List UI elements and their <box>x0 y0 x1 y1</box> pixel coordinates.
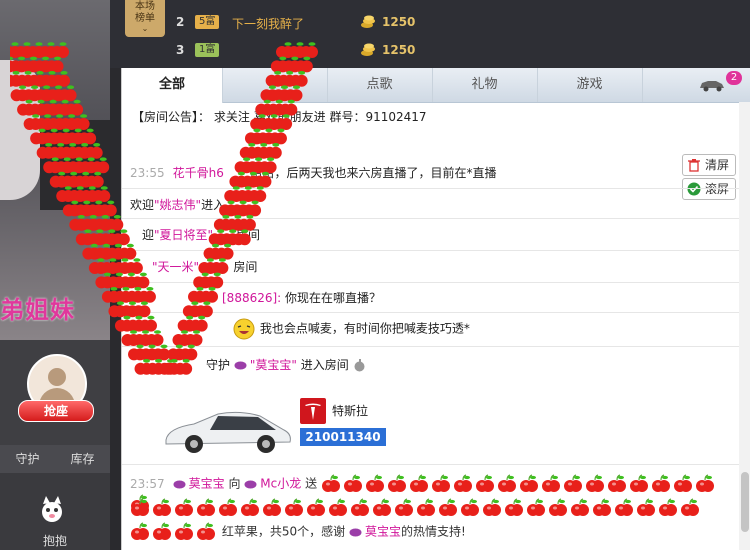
video-background <box>40 120 110 210</box>
message-time: 23:55 <box>130 166 165 180</box>
seat-panel: 抢座 <box>0 340 110 445</box>
message-username[interactable]: [888626]: <box>222 291 281 305</box>
chat-panel: 全部 点歌 礼物 游戏 2 【房间公告】： 求关注 喜欢的朋友进 群号：9110… <box>121 68 750 550</box>
rank-level-badge: 5富 <box>195 15 220 29</box>
rank-score: 1250 <box>382 15 416 29</box>
message-text: 房间 <box>235 228 260 242</box>
avatar-head <box>48 368 66 386</box>
coin-icon <box>361 15 375 28</box>
chat-message: 迎"夏日将至" 房间 <box>142 226 702 243</box>
rank-row[interactable]: 2 5富 下一刻我醉了 1250 <box>170 12 730 34</box>
divider <box>122 464 739 465</box>
rank-username[interactable]: 下一刻我醉了 <box>232 15 304 32</box>
chat-scrollbar[interactable] <box>739 102 750 550</box>
divider <box>122 188 739 189</box>
message-text: 进入房间 <box>300 358 349 372</box>
message-username[interactable]: "莫宝宝" <box>250 358 297 372</box>
rank-level-badge: 1富 <box>195 43 220 57</box>
message-text: 你现在在哪直播？ <box>285 291 382 305</box>
rank-number: 3 <box>176 43 185 57</box>
left-column: 弟姐妹 抢座 守护 库存 抱抱 <box>0 0 110 550</box>
tab-game[interactable]: 游戏 <box>537 68 643 102</box>
left-tabs: 守护 库存 <box>0 445 110 473</box>
badge-icon <box>244 480 257 488</box>
divider <box>122 312 739 313</box>
tab-blank[interactable] <box>222 68 328 102</box>
divider <box>122 218 739 219</box>
badge-icon <box>173 480 186 488</box>
chevron-down-icon: ⌄ <box>141 24 149 33</box>
chat-message: 我也会点喊麦，有时间你把喊麦技巧透* <box>232 318 739 340</box>
divider <box>122 346 739 347</box>
apple-gift-row <box>130 522 218 540</box>
gift-message <box>130 498 730 522</box>
rank-number: 2 <box>176 15 185 29</box>
apple-logo-icon <box>354 359 365 372</box>
chat-message: 欢迎"姚志伟"进入 <box>130 196 690 213</box>
message-text: 房间 <box>233 260 258 274</box>
divider <box>122 282 739 283</box>
laughing-face-icon <box>233 318 255 340</box>
message-username[interactable]: "夏日将至" <box>154 228 213 242</box>
tab-car[interactable]: 2 <box>642 68 750 102</box>
badge-icon <box>234 361 247 370</box>
chat-message: [888626]: 你现在在哪直播？ <box>222 289 739 306</box>
gift-summary: 红苹果，共50个，感谢 <box>221 524 346 539</box>
hug-label: 抱抱 <box>42 534 67 548</box>
tab-all[interactable]: 全部 <box>122 68 223 103</box>
chat-message: "天一米" 房间 <box>152 258 712 275</box>
gift-message: 红苹果，共50个，感谢 莫宝宝的热情支持! <box>130 522 730 546</box>
scrollbar-thumb[interactable] <box>741 472 749 532</box>
gift-to-word: 向 <box>228 476 241 491</box>
vehicle-id: 210011340 <box>300 428 386 446</box>
tab-gift[interactable]: 礼物 <box>432 68 538 102</box>
tab-song[interactable]: 点歌 <box>327 68 433 102</box>
message-text: 哈哈，后两天我也来六房直播了，目前在*直播 <box>250 166 497 180</box>
hug-icon <box>42 496 62 522</box>
gift-thanks-name[interactable]: 莫宝宝 <box>365 525 401 539</box>
message-text: 欢迎 <box>130 198 155 212</box>
apple-gift-row <box>130 498 702 516</box>
message-username[interactable]: 花千骨h6 <box>173 166 224 180</box>
video-preview[interactable]: 弟姐妹 <box>0 0 110 340</box>
hug-button[interactable]: 抱抱 <box>0 480 110 550</box>
car-icon <box>165 411 291 453</box>
chat-message: 守护 "莫宝宝" 进入房间 <box>206 356 739 373</box>
message-text: 进入 <box>201 198 226 212</box>
coin-icon <box>361 43 375 56</box>
vehicle-entry: 特斯拉 210011340 <box>160 396 420 464</box>
tab-inventory[interactable]: 库存 <box>55 445 110 473</box>
rank-panel: 本场 榜单 ⌄ 2 5富 下一刻我醉了 1250 3 1富 1250 <box>110 0 750 68</box>
message-text: 迎 <box>142 228 155 242</box>
tab-guard[interactable]: 守护 <box>0 445 55 473</box>
gift-thanks-tail: 的热情支持! <box>400 524 466 539</box>
divider <box>122 250 739 251</box>
message-text: 我也会点喊麦，有时间你把喊麦技巧透* <box>259 321 470 336</box>
grab-seat-button[interactable]: 抢座 <box>18 400 94 422</box>
message-username[interactable]: "姚志伟" <box>154 198 201 212</box>
vehicle-name: 特斯拉 <box>332 404 369 418</box>
car-count-badge: 2 <box>726 71 742 85</box>
rank-badge-line1: 本场 <box>135 1 155 12</box>
message-text: 守护 <box>206 358 231 372</box>
gift-message: 23:57 莫宝宝 向 Mc小龙 送 <box>130 474 730 512</box>
tab-bar: 全部 点歌 礼物 游戏 2 <box>122 68 750 103</box>
gift-sender[interactable]: 莫宝宝 <box>189 477 225 491</box>
chat-message: 23:55 花千骨h6 哈哈，后两天我也来六房直播了，目前在*直播 <box>130 164 690 181</box>
gift-receiver[interactable]: Mc小龙 <box>260 477 301 491</box>
video-overlay-text: 弟姐妹 <box>0 296 75 324</box>
video-figure <box>0 60 40 200</box>
car-icon <box>700 81 724 92</box>
chat-messages[interactable]: 23:55 花千骨h6 哈哈，后两天我也来六房直播了，目前在*直播 欢迎"姚志伟"… <box>122 156 739 550</box>
room-announcement: 【房间公告】： 求关注 喜欢的朋友进 群号：91102417 <box>132 110 427 124</box>
rank-row[interactable]: 3 1富 1250 <box>170 40 730 62</box>
badge-icon <box>349 528 362 536</box>
message-time: 23:57 <box>130 476 165 491</box>
rank-score: 1250 <box>382 43 416 57</box>
rank-board-button[interactable]: 本场 榜单 ⌄ <box>125 0 165 37</box>
gift-send-word: 送 <box>305 476 318 491</box>
message-username[interactable]: "天一米" <box>152 260 199 274</box>
tesla-logo-icon <box>300 398 326 424</box>
